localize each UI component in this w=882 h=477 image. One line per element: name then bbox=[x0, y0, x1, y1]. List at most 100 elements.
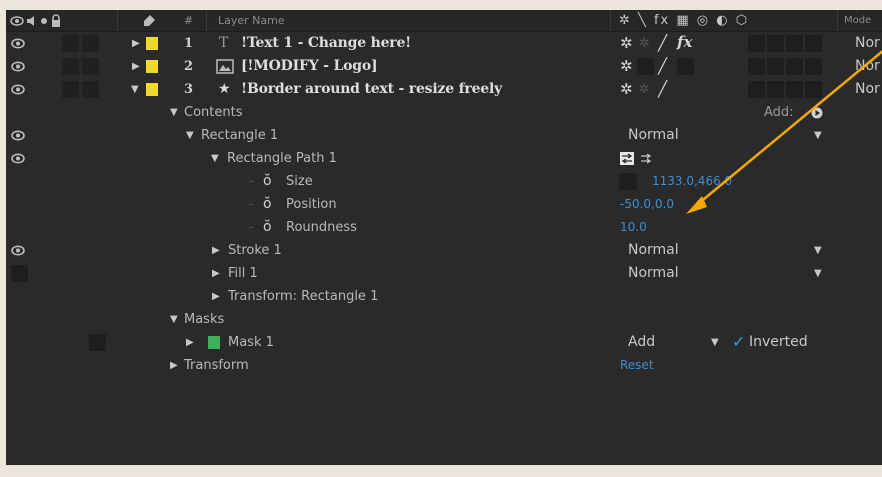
size-property-row[interactable]: - ŏ Size 1133.0,466.0 bbox=[6, 170, 882, 193]
transform-rect-label[interactable]: Transform: Rectangle 1 bbox=[228, 285, 378, 308]
collapse-triangle-icon[interactable]: ▼ bbox=[170, 101, 178, 124]
timeline-header: # Layer Name ✲ ╲ fx ▦ ◎ ◐ ⬡ Mode bbox=[6, 10, 882, 32]
collapse-switch-icon[interactable]: ✲ bbox=[639, 32, 650, 55]
header-layer-name[interactable]: Layer Name bbox=[218, 10, 285, 31]
label-color-swatch[interactable] bbox=[146, 83, 158, 96]
fill-row[interactable]: ▶ Fill 1 Normal ▼ bbox=[6, 262, 882, 285]
fill-label[interactable]: Fill 1 bbox=[228, 262, 258, 285]
blend-mode-dropdown[interactable]: Normal bbox=[628, 239, 679, 262]
size-label: Size bbox=[286, 174, 313, 189]
stopwatch-icon[interactable]: ŏ bbox=[263, 193, 272, 216]
switches-header-icons: ✲ ╲ fx ▦ ◎ ◐ ⬡ bbox=[619, 13, 750, 28]
dropdown-arrow-icon[interactable]: ▼ bbox=[814, 262, 822, 285]
path-direction-icon-2[interactable] bbox=[639, 152, 653, 165]
expand-triangle-icon[interactable]: ▶ bbox=[212, 239, 220, 262]
contents-label[interactable]: Contents bbox=[184, 101, 242, 124]
layer-number: 2 bbox=[184, 59, 194, 74]
position-property-row[interactable]: - ŏ Position -50.0,0.0 bbox=[6, 193, 882, 216]
collapse-triangle-icon[interactable]: ▼ bbox=[186, 124, 194, 147]
collapse-switch-icon[interactable]: ✲ bbox=[639, 78, 650, 101]
layer-mode-dropdown[interactable]: Nor bbox=[855, 55, 880, 78]
collapse-triangle-icon[interactable]: ▼ bbox=[131, 78, 139, 101]
fx-icon[interactable]: fx bbox=[677, 31, 692, 54]
eye-icon[interactable] bbox=[11, 152, 25, 165]
label-color-swatch[interactable] bbox=[146, 60, 158, 73]
layer-row-1[interactable]: ▶ 1 T !Text 1 - Change here! ✲ ✲ ╱ fx No… bbox=[6, 32, 882, 55]
checkmark-icon[interactable]: ✓ bbox=[732, 330, 745, 353]
av-switch-icons bbox=[10, 14, 60, 27]
shy-switch-icon[interactable]: ✲ bbox=[620, 55, 633, 78]
layer-number: 1 bbox=[184, 36, 194, 51]
inverted-label[interactable]: Inverted bbox=[749, 331, 808, 354]
eye-icon[interactable] bbox=[11, 244, 25, 257]
expand-triangle-icon[interactable]: ▶ bbox=[212, 262, 220, 285]
layer-name[interactable]: !Text 1 - Change here! bbox=[241, 32, 411, 55]
image-layer-icon bbox=[216, 59, 234, 74]
rectangle-group-row[interactable]: ▼ Rectangle 1 Normal ▼ bbox=[6, 124, 882, 147]
rect-path-label[interactable]: Rectangle Path 1 bbox=[227, 147, 337, 170]
transform-label[interactable]: Transform bbox=[184, 354, 249, 377]
constrain-proportions-box[interactable] bbox=[619, 173, 637, 190]
add-menu-icon[interactable] bbox=[811, 107, 823, 119]
collapse-triangle-icon[interactable]: ▼ bbox=[211, 147, 219, 170]
blend-mode-dropdown[interactable]: Normal bbox=[628, 124, 679, 147]
mask-mode-dropdown[interactable]: Add bbox=[628, 331, 655, 354]
reset-link[interactable]: Reset bbox=[620, 354, 654, 377]
layer-row-3[interactable]: ▼ 3 ★ !Border around text - resize freel… bbox=[6, 78, 882, 101]
dropdown-arrow-icon[interactable]: ▼ bbox=[711, 331, 719, 354]
masks-row[interactable]: ▼ Masks bbox=[6, 308, 882, 331]
layer-row-2[interactable]: ▶ 2 [!MODIFY - Logo] ✲ ╱ Nor bbox=[6, 55, 882, 78]
dropdown-arrow-icon[interactable]: ▼ bbox=[814, 124, 822, 147]
mask-label[interactable]: Mask 1 bbox=[228, 331, 274, 354]
text-layer-icon: T bbox=[219, 35, 229, 51]
blend-mode-dropdown[interactable]: Normal bbox=[628, 262, 679, 285]
shape-layer-star-icon: ★ bbox=[218, 81, 231, 97]
transform-rect-row[interactable]: ▶ Transform: Rectangle 1 bbox=[6, 285, 882, 308]
position-label: Position bbox=[286, 197, 337, 212]
shy-switch-icon[interactable]: ✲ bbox=[620, 32, 633, 55]
layer-name[interactable]: !Border around text - resize freely bbox=[241, 78, 502, 101]
transform-row[interactable]: ▶ Transform Reset bbox=[6, 354, 882, 377]
expand-triangle-icon[interactable]: ▶ bbox=[132, 32, 140, 55]
label-color-swatch[interactable] bbox=[146, 37, 158, 50]
shy-switch-icon[interactable]: ✲ bbox=[620, 78, 633, 101]
position-value[interactable]: -50.0,0.0 bbox=[620, 193, 674, 216]
stopwatch-icon[interactable]: ŏ bbox=[263, 170, 272, 193]
mask-row[interactable]: ▶ Mask 1 Add ▼ ✓ Inverted bbox=[6, 331, 882, 354]
rectangle-label[interactable]: Rectangle 1 bbox=[201, 124, 278, 147]
header-mode[interactable]: Mode bbox=[844, 10, 871, 31]
expand-triangle-icon[interactable]: ▶ bbox=[186, 331, 194, 354]
quality-switch-icon[interactable]: ╱ bbox=[658, 78, 667, 101]
eye-icon[interactable] bbox=[11, 129, 25, 142]
roundness-property-row[interactable]: - ŏ Roundness 10.0 bbox=[6, 216, 882, 239]
layer-name[interactable]: [!MODIFY - Logo] bbox=[241, 55, 378, 78]
layer-number: 3 bbox=[184, 82, 194, 97]
collapse-triangle-icon[interactable]: ▼ bbox=[170, 308, 178, 331]
rect-path-row[interactable]: ▼ Rectangle Path 1 bbox=[6, 147, 882, 170]
stroke-label[interactable]: Stroke 1 bbox=[228, 239, 282, 262]
add-label[interactable]: Add: bbox=[764, 101, 794, 124]
quality-switch-icon[interactable]: ╱ bbox=[658, 32, 667, 55]
label-tag-icon[interactable] bbox=[142, 14, 156, 28]
quality-switch-icon[interactable]: ╱ bbox=[658, 55, 667, 78]
contents-row[interactable]: ▼ Contents Add: bbox=[6, 101, 882, 124]
eye-icon[interactable] bbox=[11, 83, 25, 96]
roundness-value[interactable]: 10.0 bbox=[620, 216, 647, 239]
expand-triangle-icon[interactable]: ▶ bbox=[170, 354, 178, 377]
path-direction-icon[interactable] bbox=[620, 152, 634, 165]
expand-triangle-icon[interactable]: ▶ bbox=[132, 55, 140, 78]
eye-icon[interactable] bbox=[11, 37, 25, 50]
eye-icon[interactable] bbox=[11, 60, 25, 73]
layer-mode-dropdown[interactable]: Nor bbox=[855, 78, 880, 101]
layer-mode-dropdown[interactable]: Nor bbox=[855, 32, 880, 55]
masks-label[interactable]: Masks bbox=[184, 308, 224, 331]
header-hash: # bbox=[184, 14, 194, 27]
expand-triangle-icon[interactable]: ▶ bbox=[212, 285, 220, 308]
dropdown-arrow-icon[interactable]: ▼ bbox=[814, 239, 822, 262]
timeline-panel: # Layer Name ✲ ╲ fx ▦ ◎ ◐ ⬡ Mode ▶ 1 T !… bbox=[6, 10, 882, 465]
stroke-row[interactable]: ▶ Stroke 1 Normal ▼ bbox=[6, 239, 882, 262]
mask-color-swatch[interactable] bbox=[208, 336, 220, 349]
size-value[interactable]: 1133.0,466.0 bbox=[652, 170, 732, 193]
stopwatch-icon[interactable]: ŏ bbox=[263, 216, 272, 239]
roundness-label: Roundness bbox=[286, 220, 357, 235]
